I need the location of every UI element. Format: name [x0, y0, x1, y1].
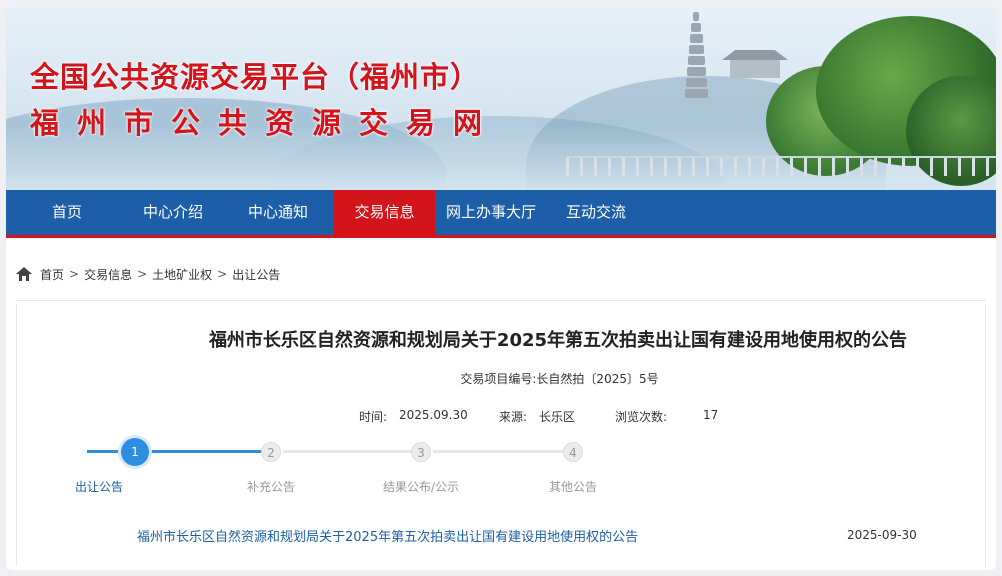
- breadcrumb-trading-info[interactable]: 交易信息: [84, 266, 132, 283]
- site-title-primary: 全国公共资源交易平台（福州市）: [30, 60, 481, 94]
- step-3-circle[interactable]: 3: [411, 442, 431, 462]
- breadcrumb-transfer-notice[interactable]: 出让公告: [232, 266, 280, 283]
- document-link[interactable]: 福州市长乐区自然资源和规划局关于2025年第五次拍卖出让国有建设用地使用权的公告: [137, 526, 638, 545]
- site-title-secondary: 福州市公共资源交易网: [30, 106, 501, 140]
- time-label: 时间:: [359, 410, 388, 424]
- pagoda-illustration: [684, 12, 708, 98]
- breadcrumb-divider: [16, 300, 986, 301]
- article-title: 福州市长乐区自然资源和规划局关于2025年第五次拍卖出让国有建设用地使用权的公告: [208, 330, 908, 351]
- breadcrumb-land-mineral-rights[interactable]: 土地矿业权: [152, 266, 212, 283]
- views-label: 浏览次数:: [615, 410, 668, 424]
- nav-item-online-service-hall[interactable]: 网上办事大厅: [436, 190, 546, 235]
- step-2-circle[interactable]: 2: [261, 442, 281, 462]
- pavilion-illustration: [722, 50, 788, 80]
- article-panel: 福州市长乐区自然资源和规划局关于2025年第五次拍卖出让国有建设用地使用权的公告…: [16, 304, 986, 566]
- nav-item-trading-info[interactable]: 交易信息: [334, 190, 435, 238]
- breadcrumb-home[interactable]: 首页: [40, 266, 64, 283]
- document-date: 2025-09-30: [847, 528, 917, 542]
- views-value: 17: [703, 408, 719, 422]
- source-label: 来源:: [499, 410, 528, 424]
- breadcrumb-separator: >: [217, 267, 228, 281]
- breadcrumb: 首页 > 交易信息 > 土地矿业权 > 出让公告: [16, 264, 280, 284]
- nav-item-center-intro[interactable]: 中心介绍: [128, 190, 218, 235]
- project-number: 交易项目编号:长自然拍〔2025〕5号: [460, 372, 659, 386]
- step-connector-line: [433, 450, 563, 453]
- step-2-label[interactable]: 补充公告: [221, 478, 321, 495]
- step-4-label[interactable]: 其他公告: [523, 478, 623, 495]
- step-progress-line: [149, 450, 263, 453]
- nav-item-home[interactable]: 首页: [28, 190, 106, 235]
- home-icon[interactable]: [16, 267, 32, 281]
- breadcrumb-separator: >: [137, 267, 148, 281]
- step-1-label[interactable]: 出让公告: [49, 478, 149, 495]
- step-3-label[interactable]: 结果公布/公示: [371, 478, 471, 495]
- bridge-railing-illustration: [566, 156, 996, 176]
- step-1-circle[interactable]: 1: [121, 438, 149, 466]
- breadcrumb-separator: >: [69, 267, 80, 281]
- page-frame: 全国公共资源交易平台（福州市） 福州市公共资源交易网 首页 中心介绍 中心通知 …: [6, 6, 996, 570]
- step-4-circle[interactable]: 4: [563, 442, 583, 462]
- main-nav: 首页 中心介绍 中心通知 交易信息 网上办事大厅 互动交流: [6, 190, 996, 238]
- nav-item-center-notice[interactable]: 中心通知: [232, 190, 324, 235]
- nav-item-interaction[interactable]: 互动交流: [556, 190, 636, 235]
- step-connector-line: [283, 450, 413, 453]
- source-value: 长乐区: [539, 410, 576, 424]
- time-value: 2025.09.30: [399, 408, 468, 422]
- header-banner: 全国公共资源交易平台（福州市） 福州市公共资源交易网: [6, 6, 996, 190]
